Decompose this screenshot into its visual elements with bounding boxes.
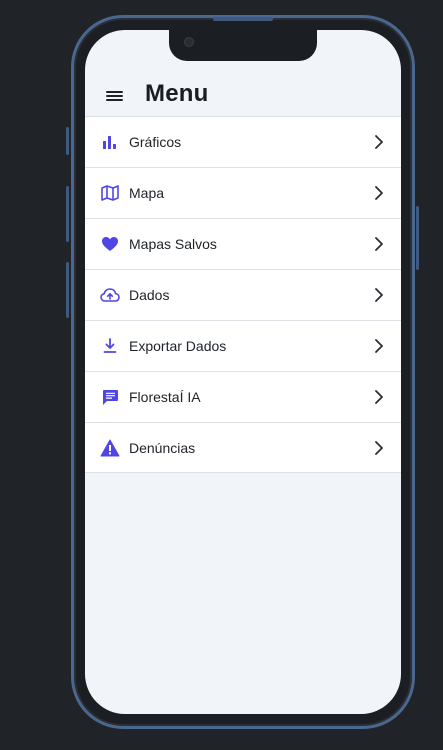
heart-icon — [100, 234, 120, 254]
volume-down-button — [66, 262, 69, 318]
chevron-right-icon — [372, 236, 386, 252]
menu-item-exportar-dados[interactable]: Exportar Dados — [85, 320, 401, 371]
cloud-upload-icon — [100, 285, 120, 305]
chevron-right-icon — [372, 338, 386, 354]
volume-up-button — [66, 186, 69, 242]
menu-item-label: Mapa — [129, 185, 165, 201]
menu-item-label: Mapas Salvos — [129, 236, 217, 252]
screen: Menu Gráficos Mapa Mapas Salvos Dados Ex… — [85, 30, 401, 714]
bar-chart-icon — [100, 132, 120, 152]
page-title: Menu — [145, 80, 209, 107]
mute-switch — [66, 127, 69, 155]
map-icon — [100, 183, 120, 203]
download-icon — [100, 336, 120, 356]
menu-list: Gráficos Mapa Mapas Salvos Dados Exporta… — [85, 116, 401, 473]
menu-item-mapa[interactable]: Mapa — [85, 167, 401, 218]
menu-item-floresta-ia[interactable]: FlorestaÍ IA — [85, 371, 401, 422]
chevron-right-icon — [372, 287, 386, 303]
menu-item-label: Gráficos — [129, 134, 182, 150]
hamburger-menu-icon[interactable] — [106, 88, 123, 102]
power-button — [416, 206, 419, 270]
menu-item-label: Exportar Dados — [129, 338, 227, 354]
camera — [184, 37, 194, 47]
menu-item-graficos[interactable]: Gráficos — [85, 116, 401, 167]
menu-item-mapas-salvos[interactable]: Mapas Salvos — [85, 218, 401, 269]
notch — [169, 30, 317, 61]
chat-icon — [100, 387, 120, 407]
menu-item-denuncias[interactable]: Denúncias — [85, 422, 401, 473]
menu-item-dados[interactable]: Dados — [85, 269, 401, 320]
chevron-right-icon — [372, 134, 386, 150]
menu-item-label: FlorestaÍ IA — [129, 389, 201, 405]
warning-icon — [100, 438, 120, 458]
menu-item-label: Denúncias — [129, 439, 196, 456]
menu-item-label: Dados — [129, 287, 170, 303]
speaker — [213, 17, 273, 21]
header: Menu — [85, 76, 401, 116]
chevron-right-icon — [372, 185, 386, 201]
chevron-right-icon — [372, 440, 386, 456]
chevron-right-icon — [372, 389, 386, 405]
